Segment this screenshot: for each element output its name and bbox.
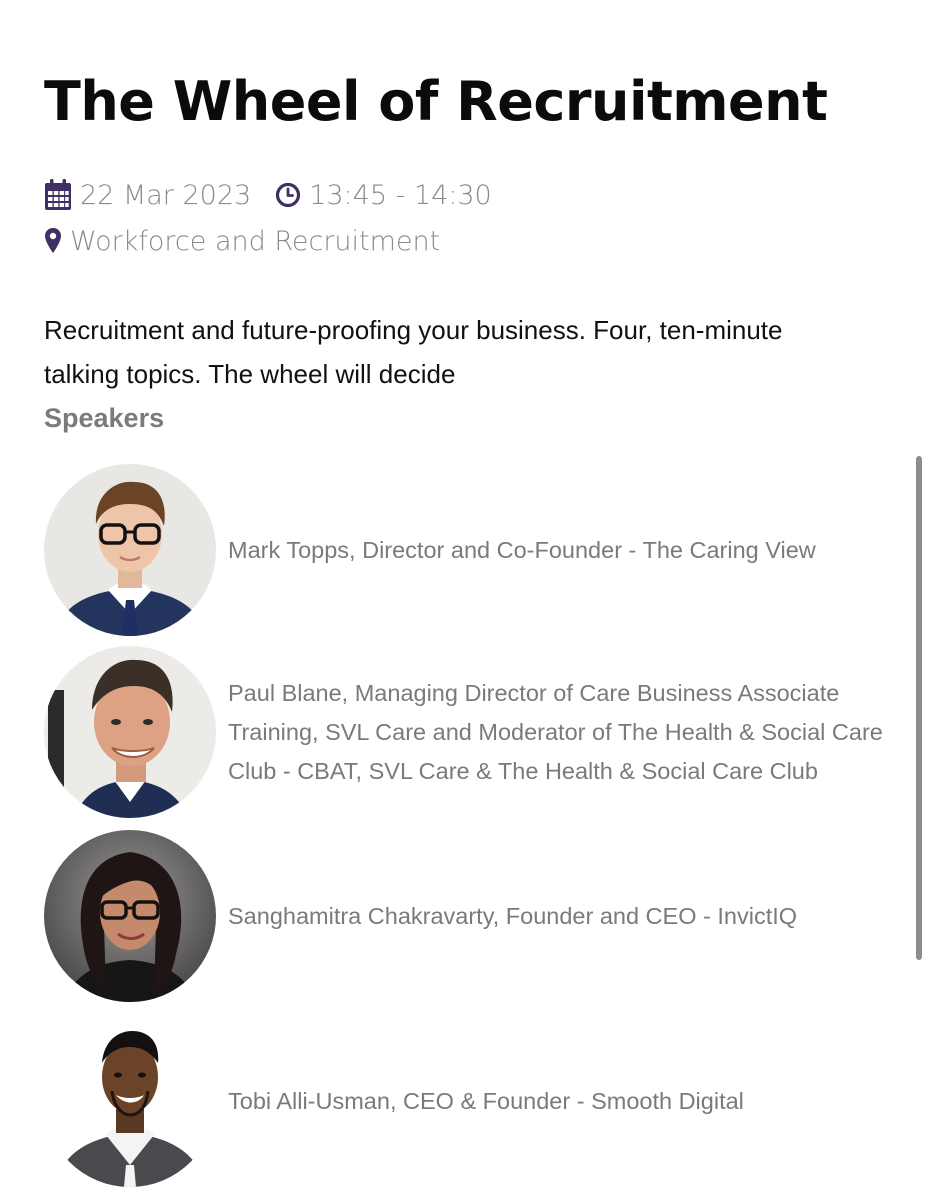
event-datetime-row: 22 Mar 2023 13:45 - 14:30 [44, 176, 492, 214]
speaker-avatar [44, 464, 216, 636]
speaker-avatar [44, 646, 216, 818]
speaker-info: Mark Topps, Director and Co-Founder - Th… [228, 536, 816, 563]
event-location: Workforce and Recruitment [70, 225, 441, 257]
speaker-item: Sanghamitra Chakravarty, Founder and CEO… [44, 830, 888, 1002]
speaker-avatar [44, 830, 216, 1002]
speakers-heading: Speakers [44, 403, 165, 433]
event-time: 13:45 - 14:30 [309, 179, 492, 211]
calendar-icon [44, 179, 72, 211]
speaker-avatar [44, 1015, 216, 1187]
speaker-item: Mark Topps, Director and Co-Founder - Th… [44, 464, 888, 636]
map-pin-icon [44, 227, 62, 255]
event-date: 22 Mar 2023 [80, 179, 252, 211]
event-title: The Wheel of Recruitment [44, 70, 828, 133]
speaker-item: Tobi Alli-Usman, CEO & Founder - Smooth … [44, 1015, 888, 1187]
scrollbar[interactable] [916, 456, 922, 960]
event-location-row: Workforce and Recruitment [44, 222, 440, 260]
event-description: Recruitment and future-proofing your bus… [44, 315, 783, 389]
clock-icon [275, 182, 301, 208]
speaker-item: Paul Blane, Managing Director of Care Bu… [44, 646, 888, 818]
speaker-info: Paul Blane, Managing Director of Care Bu… [228, 679, 883, 784]
speaker-info: Tobi Alli-Usman, CEO & Founder - Smooth … [228, 1087, 744, 1114]
speaker-info: Sanghamitra Chakravarty, Founder and CEO… [228, 902, 798, 929]
